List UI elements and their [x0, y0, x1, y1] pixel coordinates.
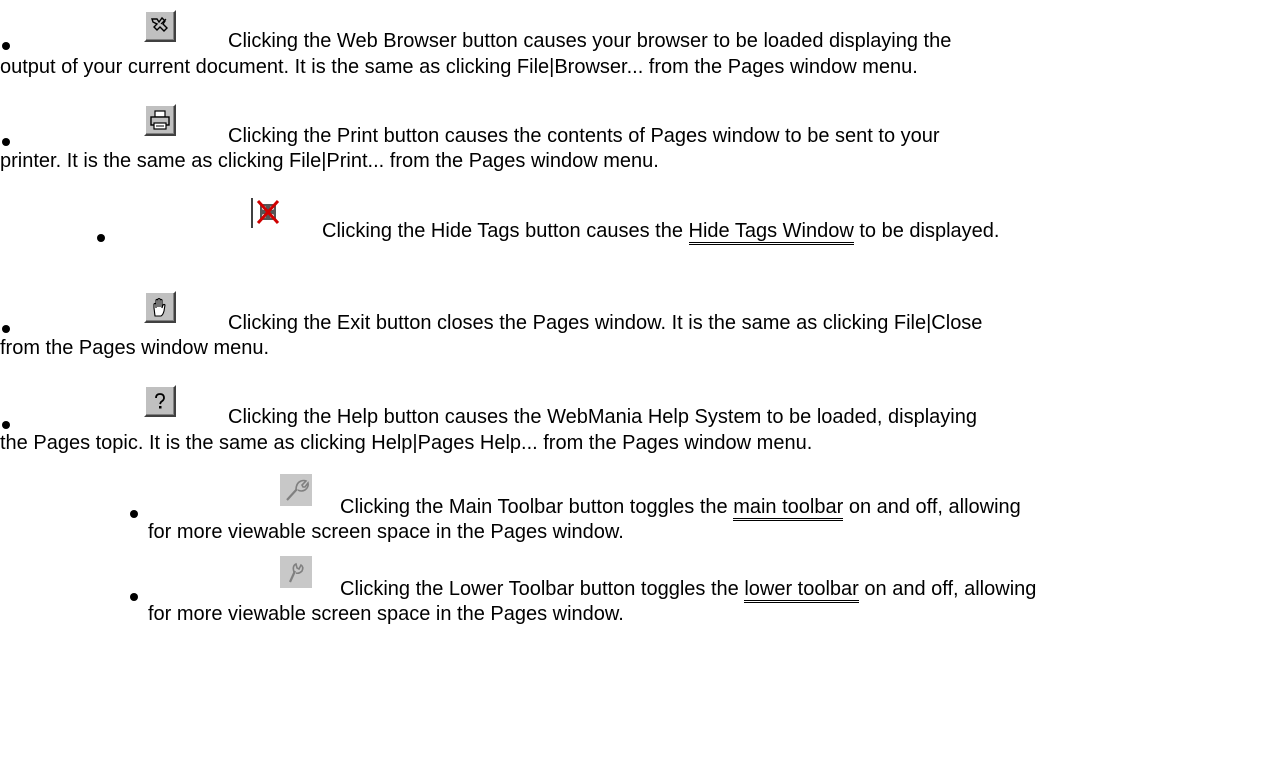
lower-toolbar-text-line1: Clicking the Lower Toolbar button toggle…: [340, 577, 1037, 603]
bullet: [2, 42, 10, 50]
bullet: [97, 234, 105, 242]
hide-tags-text-post: to be displayed.: [853, 220, 1000, 242]
web-browser-icon[interactable]: [144, 10, 176, 42]
hide-tags-text: Clicking the Hide Tags button causes the…: [322, 219, 1000, 245]
print-text-line2: printer. It is the same as clicking File…: [0, 150, 659, 172]
hand-stop-icon[interactable]: [144, 291, 176, 323]
bullet: [2, 421, 10, 429]
lower-toolbar-text-post: on and off, allowing: [858, 578, 1037, 600]
hide-tags-window-link[interactable]: Hide Tags Window: [688, 220, 854, 245]
help-text-line2: the Pages topic. It is the same as click…: [0, 432, 813, 454]
help-question-icon[interactable]: [144, 385, 176, 417]
lower-toolbar-text-line2: for more viewable screen space in the Pa…: [148, 603, 624, 625]
bullet: [130, 593, 138, 601]
web-browser-text-line2: output of your current document. It is t…: [0, 56, 918, 78]
web-browser-text-line1: Clicking the Web Browser button causes y…: [228, 30, 952, 52]
lower-toolbar-link[interactable]: lower toolbar: [744, 578, 859, 603]
bullet: [2, 325, 10, 333]
main-toolbar-text-line1: Clicking the Main Toolbar button toggles…: [340, 495, 1021, 521]
help-text-line1: Clicking the Help button causes the WebM…: [228, 406, 977, 428]
main-toolbar-text-post: on and off, allowing: [843, 496, 1021, 518]
hide-tags-icon[interactable]: [251, 198, 281, 228]
exit-text-line2: from the Pages window menu.: [0, 337, 270, 359]
wrench-icon[interactable]: [280, 474, 312, 506]
lower-toolbar-text-pre: Clicking the Lower Toolbar button toggle…: [340, 578, 745, 600]
hide-tags-text-pre: Clicking the Hide Tags button causes the: [322, 220, 689, 242]
bullet: [130, 510, 138, 518]
wrench-lower-icon[interactable]: [280, 556, 312, 588]
print-text-line1: Clicking the Print button causes the con…: [228, 125, 940, 147]
printer-icon[interactable]: [144, 104, 176, 136]
main-toolbar-text-pre: Clicking the Main Toolbar button toggles…: [340, 496, 734, 518]
main-toolbar-text-line2: for more viewable screen space in the Pa…: [148, 521, 624, 543]
exit-text-line1: Clicking the Exit button closes the Page…: [228, 312, 983, 334]
main-toolbar-link[interactable]: main toolbar: [733, 496, 844, 521]
bullet: [2, 138, 10, 146]
